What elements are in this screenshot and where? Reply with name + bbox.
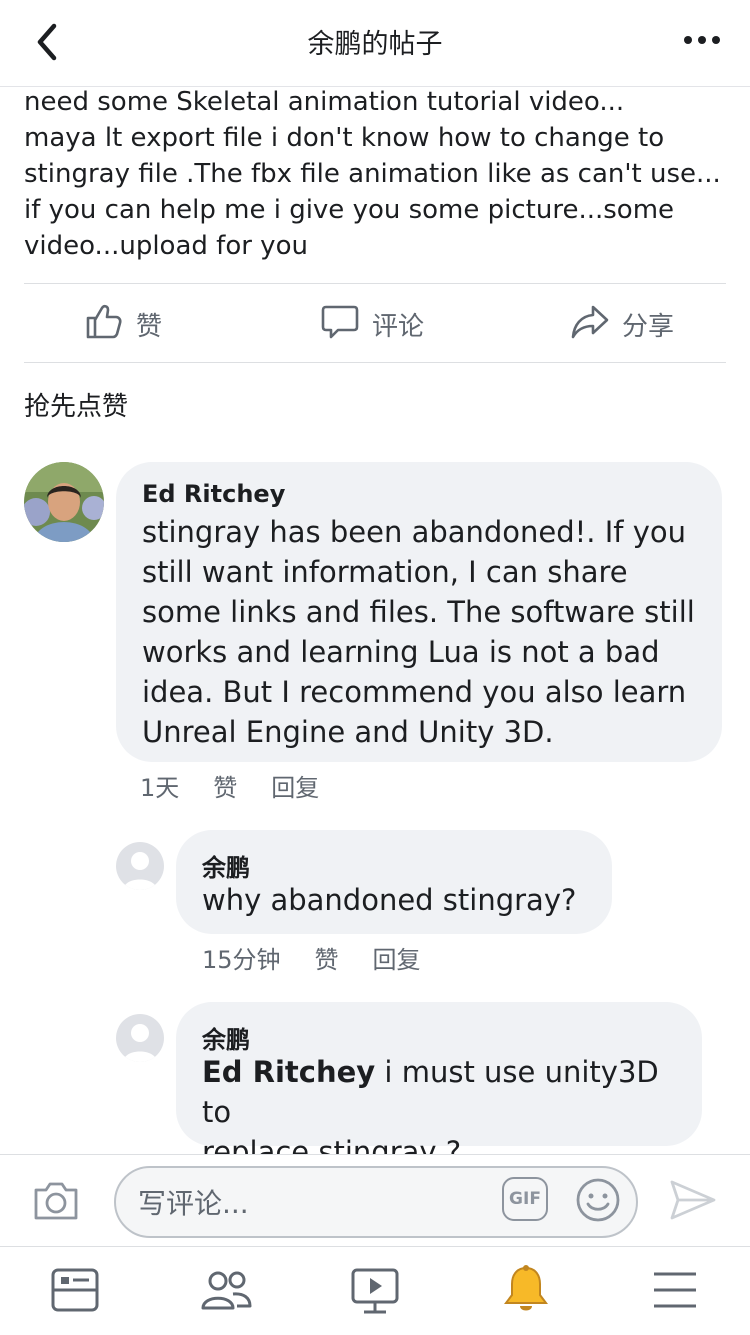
like-label: 赞 bbox=[136, 311, 163, 342]
comment-line: still want information, I can share bbox=[142, 555, 628, 589]
comment-line: stingray has been abandoned!. If you bbox=[142, 515, 687, 549]
send-icon[interactable] bbox=[668, 1176, 718, 1228]
comment-reply-link[interactable]: 回复 bbox=[271, 768, 319, 803]
watch-icon[interactable] bbox=[350, 1266, 400, 1320]
gif-label: GIF bbox=[509, 1189, 541, 1209]
share-label: 分享 bbox=[622, 311, 675, 342]
be-first-to-like[interactable]: 抢先点赞 bbox=[24, 386, 128, 423]
comment-meta: 1天 赞 回复 bbox=[140, 768, 353, 803]
page-title: 余鹏的帖子 bbox=[307, 29, 443, 60]
comment-line: works and learning Lua is not a bad bbox=[142, 635, 660, 669]
comment-like-link[interactable]: 赞 bbox=[315, 940, 339, 975]
comment-text: why abandoned stingray? bbox=[202, 883, 577, 917]
avatar[interactable] bbox=[24, 462, 104, 542]
comment-line: Unreal Engine and Unity 3D. bbox=[142, 715, 554, 749]
post-line: if you can help me i give you some pictu… bbox=[24, 195, 675, 225]
avatar[interactable] bbox=[116, 1014, 164, 1062]
thumbs-up-icon bbox=[84, 301, 136, 348]
post-line: video...upload for you bbox=[24, 231, 308, 261]
gif-button[interactable]: GIF bbox=[502, 1177, 548, 1221]
news-feed-icon[interactable] bbox=[50, 1266, 100, 1318]
camera-icon[interactable] bbox=[32, 1178, 80, 1226]
comment-button[interactable]: 评论 bbox=[320, 300, 424, 348]
comment-line: some links and files. The software still bbox=[142, 595, 695, 629]
comment-like-link[interactable]: 赞 bbox=[213, 768, 237, 803]
comment-time: 15分钟 bbox=[202, 946, 281, 974]
comment-meta: 15分钟 赞 回复 bbox=[202, 940, 455, 975]
comment-line: idea. But I recommend you also learn bbox=[142, 675, 687, 709]
friends-icon[interactable] bbox=[200, 1266, 252, 1318]
post-body: need some Skeletal animation tutorial vi… bbox=[24, 84, 724, 264]
comment-time: 1天 bbox=[140, 774, 180, 802]
divider bbox=[24, 362, 726, 363]
post-line: need some Skeletal animation tutorial vi… bbox=[24, 87, 625, 117]
avatar[interactable] bbox=[116, 842, 164, 890]
comment-author[interactable]: 余鹏 bbox=[202, 1020, 250, 1055]
comment-author[interactable]: 余鹏 bbox=[202, 848, 250, 883]
share-arrow-icon bbox=[570, 301, 622, 348]
comment-input-placeholder: 写评论... bbox=[138, 1187, 249, 1220]
comment-author[interactable]: Ed Ritchey bbox=[142, 480, 285, 508]
mention-link[interactable]: Ed Ritchey bbox=[202, 1055, 375, 1089]
notifications-bell-icon[interactable] bbox=[502, 1264, 550, 1320]
comment-bubble-icon bbox=[320, 301, 372, 348]
more-dots-icon[interactable] bbox=[682, 26, 722, 54]
emoji-icon[interactable] bbox=[574, 1176, 622, 1228]
menu-icon[interactable] bbox=[652, 1270, 698, 1314]
like-button[interactable]: 赞 bbox=[84, 300, 162, 348]
share-button[interactable]: 分享 bbox=[570, 300, 674, 348]
comment-line: Ed Ritchey i must use unity3D to bbox=[202, 1052, 692, 1132]
divider bbox=[24, 283, 726, 284]
post-line: maya lt export file i don't know how to … bbox=[24, 123, 665, 153]
post-line: stingray file .The fbx file animation li… bbox=[24, 159, 721, 189]
comment-text: stingray has been abandoned!. If you sti… bbox=[142, 512, 712, 752]
comment-label: 评论 bbox=[372, 311, 425, 342]
comment-reply-link[interactable]: 回复 bbox=[373, 940, 421, 975]
